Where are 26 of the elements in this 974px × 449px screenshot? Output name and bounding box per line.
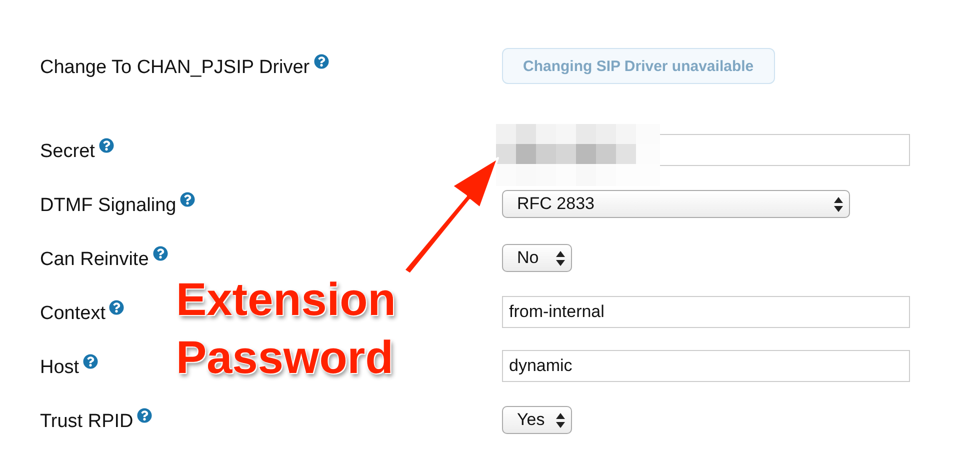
- help-icon[interactable]: [83, 354, 98, 369]
- text-field[interactable]: from-internal: [502, 296, 910, 328]
- dropdown[interactable]: Yes: [502, 406, 572, 434]
- dropdown-value: RFC 2833: [517, 194, 594, 214]
- help-icon[interactable]: [137, 408, 152, 423]
- field-label: Change To CHAN_PJSIP Driver: [40, 56, 310, 80]
- help-icon[interactable]: [98, 138, 114, 153]
- updown-icon: [556, 412, 565, 428]
- text-field[interactable]: dynamic: [502, 350, 910, 382]
- help-icon[interactable]: [109, 300, 124, 315]
- help-icon[interactable]: [180, 192, 196, 207]
- updown-icon: [556, 250, 565, 266]
- field-label: Can Reinvite: [40, 248, 149, 272]
- field-label: Trust RPID: [40, 410, 134, 434]
- dropdown-value: Yes: [517, 410, 545, 430]
- field-label: Secret: [40, 140, 95, 164]
- help-icon[interactable]: [152, 246, 168, 261]
- field-label: Context: [40, 302, 106, 326]
- help-icon[interactable]: [314, 54, 329, 69]
- updown-icon: [834, 196, 843, 212]
- annotation-text: Extension Password: [176, 272, 397, 385]
- dropdown[interactable]: RFC 2833: [502, 190, 850, 218]
- dropdown-value: No: [517, 248, 539, 268]
- field-label: Host: [40, 356, 80, 380]
- dropdown[interactable]: No: [502, 244, 572, 272]
- field-label: DTMF Signaling: [40, 194, 176, 218]
